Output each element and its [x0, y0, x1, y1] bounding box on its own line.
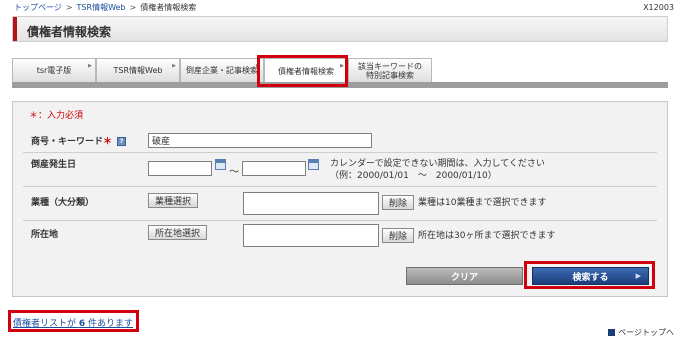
required-note: ＊：入力必須	[29, 111, 84, 121]
company-keyword-label-text: 商号・キーワード	[31, 137, 104, 147]
clear-button[interactable]: クリア	[406, 267, 523, 285]
bankruptcy-date-label: 倒産発生日	[31, 160, 77, 170]
breadcrumb-separator: >	[129, 3, 137, 12]
tab-label: tsr電子版	[36, 66, 72, 75]
calendar-icon[interactable]	[308, 159, 319, 170]
calendar-icon[interactable]	[215, 159, 226, 170]
tab-corner-icon: ▶	[88, 63, 92, 69]
date-separator: ～	[229, 167, 239, 178]
tab-tsr-denshiban[interactable]: tsr電子版 ▶	[12, 58, 96, 82]
search-button-highlight	[524, 261, 655, 289]
company-keyword-input[interactable]	[148, 133, 372, 148]
location-select-button[interactable]: 所在地選択	[148, 225, 208, 240]
breadcrumb-separator: >	[65, 3, 73, 12]
row-divider	[23, 186, 657, 187]
page-top-link[interactable]: ページトップへ	[608, 327, 674, 338]
tab-special-article-search[interactable]: 該当キーワードの 特別記事検索	[348, 58, 432, 82]
industry-select-button[interactable]: 業種選択	[148, 193, 199, 208]
page-code: X12003	[643, 3, 674, 12]
breadcrumb-tsr-web[interactable]: TSR情報Web	[77, 3, 126, 12]
active-tab-highlight	[257, 55, 348, 87]
location-label: 所在地	[31, 230, 59, 240]
row-divider	[23, 220, 657, 221]
title-accent	[13, 17, 17, 41]
tab-label-line1: 該当キーワードの	[358, 61, 422, 71]
breadcrumb-current: 債権者情報検索	[140, 3, 197, 12]
page-top-label: ページトップへ	[618, 328, 674, 337]
location-delete-button[interactable]: 削除	[382, 228, 415, 243]
page-top-icon	[608, 329, 616, 336]
tab-label: 倒産企業・記事検索	[186, 66, 258, 75]
industry-label: 業種（大分類）	[31, 198, 95, 208]
breadcrumb: トップページ > TSR情報Web > 債権者情報検索	[14, 2, 196, 13]
tab-bankruptcy-search[interactable]: 倒産企業・記事検索 ▶	[180, 58, 264, 82]
required-mark: ＊	[103, 137, 113, 147]
date-note-line2: （例：2000/01/01 ～ 2000/01/10）	[330, 171, 497, 181]
location-note: 所在地は30ヶ所まで選択できます	[418, 231, 556, 241]
breadcrumb-top[interactable]: トップページ	[14, 3, 62, 12]
title-bar: 債権者情報検索	[12, 16, 668, 42]
tab-label-line2: 特別記事検索	[366, 70, 414, 80]
company-keyword-label: 商号・キーワード＊?	[31, 134, 127, 147]
tab-corner-icon: ▶	[172, 63, 176, 69]
industry-selected-field[interactable]	[243, 192, 379, 215]
industry-note: 業種は10業種まで選択できます	[418, 198, 547, 208]
tab-tsr-web[interactable]: TSR情報Web ▶	[96, 58, 180, 82]
tab-label: 該当キーワードの 特別記事検索	[358, 62, 422, 80]
help-icon[interactable]: ?	[117, 137, 127, 146]
industry-delete-button[interactable]: 削除	[382, 195, 415, 210]
result-link-highlight	[8, 310, 139, 332]
row-divider	[23, 152, 657, 153]
bankruptcy-date-to-input[interactable]	[242, 161, 306, 176]
date-note-line1: カレンダーで設定できない期間は、入力してください	[330, 159, 545, 169]
location-selected-field[interactable]	[243, 224, 379, 247]
bankruptcy-date-from-input[interactable]	[148, 161, 212, 176]
page-title: 債権者情報検索	[27, 25, 112, 39]
tab-label: TSR情報Web	[113, 66, 163, 75]
